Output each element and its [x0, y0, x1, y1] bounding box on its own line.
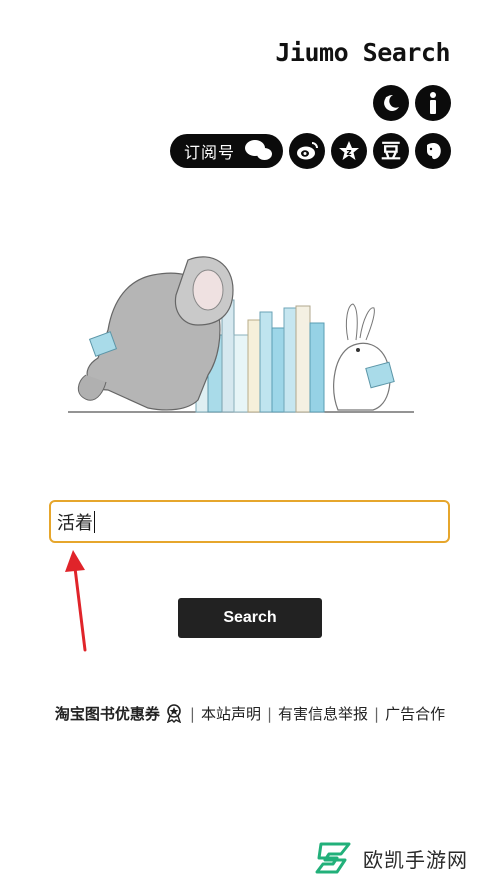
- footer-link-statement[interactable]: 本站声明: [201, 705, 261, 723]
- douban-label: 豆: [381, 139, 401, 163]
- watermark: 欧凯手游网: [315, 840, 468, 876]
- moon-icon[interactable]: [373, 85, 409, 121]
- search-button[interactable]: Search: [178, 598, 322, 638]
- subscribe-wechat-button[interactable]: 订阅号: [169, 134, 283, 168]
- watermark-text: 欧凯手游网: [363, 847, 468, 872]
- footer-separator: |: [189, 705, 195, 723]
- info-icon[interactable]: [415, 85, 451, 121]
- annotation-arrow-icon: [65, 550, 87, 652]
- medal-icon: [166, 704, 181, 723]
- search-input-value: 活着: [57, 512, 93, 534]
- douban-icon[interactable]: 豆: [373, 133, 409, 169]
- top-icon-row: [373, 85, 451, 121]
- star-badge-icon[interactable]: z: [331, 133, 367, 169]
- subscribe-label: 订阅号: [183, 143, 235, 162]
- footer-separator: |: [374, 705, 380, 723]
- watermark-logo-icon: [315, 842, 351, 874]
- footer-link-report[interactable]: 有害信息举报: [278, 705, 368, 723]
- text-cursor: [94, 510, 95, 533]
- brand-title[interactable]: Jiumo Search: [275, 38, 450, 67]
- wechat-icon: [245, 140, 273, 162]
- evernote-elephant-icon[interactable]: [415, 133, 451, 169]
- search-input[interactable]: 活着: [49, 500, 450, 543]
- social-icon-row: 订阅号 z 豆: [169, 133, 451, 169]
- elephant-rabbit-books-illustration: [68, 240, 414, 418]
- coupon-link[interactable]: 淘宝图书优惠券: [55, 705, 160, 723]
- footer-links: 淘宝图书优惠券 | 本站声明 | 有害信息举报 | 广告合作: [48, 703, 452, 726]
- svg-text:z: z: [346, 148, 351, 158]
- footer-separator: |: [266, 705, 273, 723]
- footer-link-ads[interactable]: 广告合作: [385, 705, 445, 723]
- weibo-icon[interactable]: [289, 133, 325, 169]
